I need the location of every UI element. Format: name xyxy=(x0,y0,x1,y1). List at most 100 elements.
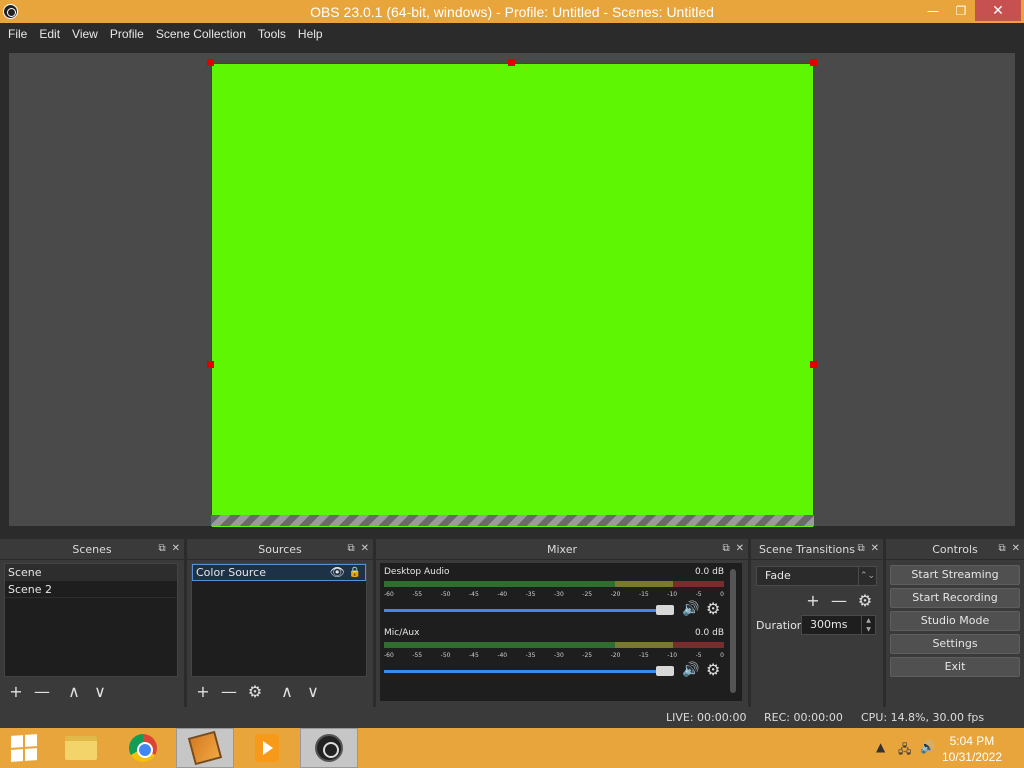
network-icon[interactable]: 🖧 xyxy=(898,740,911,761)
add-scene-button[interactable]: + xyxy=(6,681,26,701)
meter-tick: -10 xyxy=(667,652,678,659)
list-item[interactable]: Scene 2 xyxy=(5,581,177,598)
float-icon[interactable]: ⧉ xyxy=(998,543,1005,554)
duration-label: Duration xyxy=(756,619,804,632)
taskbar-movie-app[interactable] xyxy=(176,728,234,768)
resize-handle-top-right[interactable] xyxy=(810,59,817,66)
float-icon[interactable]: ⧉ xyxy=(347,543,354,554)
start-button[interactable] xyxy=(0,728,48,768)
resize-handle-middle-right[interactable] xyxy=(810,361,817,368)
settings-button[interactable]: Settings xyxy=(890,634,1020,654)
preview-area[interactable] xyxy=(9,53,1015,527)
taskbar-clock[interactable]: 5:04 PM 10/31/2022 xyxy=(942,733,1002,765)
volume-slider[interactable] xyxy=(384,670,668,673)
move-source-down-button[interactable]: ∨ xyxy=(303,681,323,701)
menu-file[interactable]: File xyxy=(2,27,33,41)
menu-help[interactable]: Help xyxy=(292,27,329,41)
mixer-scrollbar[interactable] xyxy=(730,569,736,693)
menu-profile[interactable]: Profile xyxy=(104,27,150,41)
canvas-bottom-hatch xyxy=(211,515,814,526)
move-scene-down-button[interactable]: ∨ xyxy=(90,681,110,701)
close-icon[interactable]: ✕ xyxy=(1012,543,1020,554)
studio-mode-button[interactable]: Studio Mode xyxy=(890,611,1020,631)
close-icon[interactable]: ✕ xyxy=(361,543,369,554)
scenes-list[interactable]: Scene Scene 2 xyxy=(4,563,178,677)
add-source-button[interactable]: + xyxy=(193,681,213,701)
move-source-up-button[interactable]: ∧ xyxy=(277,681,297,701)
float-icon[interactable]: ⧉ xyxy=(158,543,165,554)
meter-tick: -50 xyxy=(440,652,451,659)
obs-app-icon xyxy=(3,4,18,19)
meter-tick: -15 xyxy=(638,652,649,659)
close-icon[interactable]: ✕ xyxy=(736,543,744,554)
list-item[interactable]: Scene xyxy=(5,564,177,581)
meter-tick: -40 xyxy=(497,591,508,598)
start-streaming-button[interactable]: Start Streaming xyxy=(890,565,1020,585)
volume-slider[interactable] xyxy=(384,609,668,612)
controls-dock: Controls ⧉ ✕ Start Streaming Start Record… xyxy=(886,539,1024,707)
taskbar-file-explorer[interactable] xyxy=(52,728,110,768)
add-transition-button[interactable]: + xyxy=(803,590,823,610)
taskbar-media-player[interactable] xyxy=(238,728,296,768)
volume-tray-icon[interactable]: 🔊 xyxy=(920,740,935,754)
remove-scene-button[interactable]: — xyxy=(32,681,52,701)
lock-icon[interactable]: 🔒 xyxy=(349,565,361,580)
menu-edit[interactable]: Edit xyxy=(33,27,66,41)
gear-icon[interactable]: ⚙ xyxy=(706,660,720,679)
minimize-button[interactable]: — xyxy=(920,0,946,21)
menu-view[interactable]: View xyxy=(66,27,104,41)
duration-input[interactable]: 300ms ▲ ▼ xyxy=(801,615,876,635)
eye-icon[interactable]: 👁 xyxy=(330,565,345,580)
taskbar-obs[interactable] xyxy=(300,728,358,768)
move-scene-up-button[interactable]: ∧ xyxy=(64,681,84,701)
meter-tick: -55 xyxy=(412,652,423,659)
transition-toolbar: + — ⚙ xyxy=(803,590,875,610)
transition-properties-button[interactable]: ⚙ xyxy=(855,590,875,610)
maximize-button[interactable]: ❐ xyxy=(948,0,974,21)
exit-button[interactable]: Exit xyxy=(890,657,1020,677)
meter-tick: -35 xyxy=(525,591,536,598)
resize-handle-middle-left[interactable] xyxy=(207,361,214,368)
resize-handle-top-left[interactable] xyxy=(207,59,214,66)
source-properties-button[interactable]: ⚙ xyxy=(245,681,265,701)
film-strip-icon xyxy=(187,730,223,766)
speaker-icon[interactable]: 🔊 xyxy=(682,601,699,617)
meter-tick: -55 xyxy=(412,591,423,598)
sources-dock-title: Sources ⧉ ✕ xyxy=(187,539,373,560)
scenes-toolbar: + — ∧ ∨ xyxy=(6,679,110,703)
meter-tick: -15 xyxy=(638,591,649,598)
windows-logo-icon xyxy=(11,734,37,762)
close-button[interactable]: ✕ xyxy=(975,0,1021,21)
meter-tick: -30 xyxy=(553,591,564,598)
meter-tick: -10 xyxy=(667,591,678,598)
float-icon[interactable]: ⧉ xyxy=(857,543,864,554)
chevron-down-icon[interactable]: ⌃⌄ xyxy=(858,567,876,585)
taskbar-chrome[interactable] xyxy=(114,728,172,768)
gear-icon[interactable]: ⚙ xyxy=(706,599,720,618)
remove-transition-button[interactable]: — xyxy=(829,590,849,610)
color-source-canvas[interactable] xyxy=(211,63,814,527)
close-icon[interactable]: ✕ xyxy=(871,543,879,554)
transition-select[interactable]: Fade ⌃⌄ xyxy=(756,566,877,586)
volume-slider-handle[interactable] xyxy=(656,605,674,615)
mixer-title-label: Mixer xyxy=(546,542,577,556)
menu-scene-collection[interactable]: Scene Collection xyxy=(150,27,252,41)
sources-toolbar: + — ⚙ ∧ ∨ xyxy=(193,679,323,703)
sources-list[interactable]: Color Source 👁 🔒 xyxy=(191,563,367,677)
remove-source-button[interactable]: — xyxy=(219,681,239,701)
speaker-icon[interactable]: 🔊 xyxy=(682,662,699,678)
float-icon[interactable]: ⧉ xyxy=(722,543,729,554)
meter-scale: -60 -55 -50 -45 -40 -35 -30 -25 -20 -15 -10 -5 0 xyxy=(384,652,724,659)
source-item-color-source[interactable]: Color Source 👁 🔒 xyxy=(192,564,366,581)
volume-slider-handle[interactable] xyxy=(656,666,674,676)
meter-tick: -45 xyxy=(468,591,479,598)
menu-tools[interactable]: Tools xyxy=(252,27,292,41)
start-recording-button[interactable]: Start Recording xyxy=(890,588,1020,608)
controls-title-label: Controls xyxy=(932,542,978,556)
resize-handle-top-center[interactable] xyxy=(508,59,515,66)
live-timer: LIVE: 00:00:00 xyxy=(666,711,747,724)
duration-spinner[interactable]: ▲ ▼ xyxy=(861,616,875,634)
clock-date: 10/31/2022 xyxy=(941,750,1002,764)
close-icon[interactable]: ✕ xyxy=(172,543,180,554)
tray-overflow-icon[interactable]: ▲ xyxy=(876,740,885,754)
